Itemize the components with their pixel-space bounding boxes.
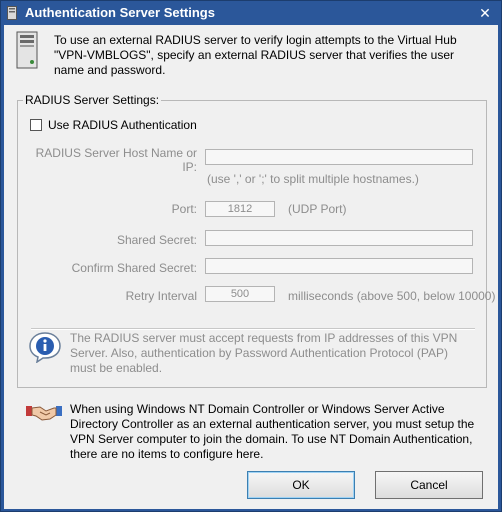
intro-text: To use an external RADIUS server to veri… <box>54 33 457 77</box>
confirm-secret-label: Confirm Shared Secret: <box>71 261 197 275</box>
host-label: RADIUS Server Host Name or IP: <box>35 146 197 174</box>
title-bar[interactable]: Authentication Server Settings ✕ <box>1 1 501 25</box>
secret-label: Shared Secret: <box>116 233 197 247</box>
use-radius-label[interactable]: Use RADIUS Authentication <box>48 118 197 132</box>
host-input[interactable] <box>205 149 473 165</box>
retry-input[interactable]: 500 <box>205 286 275 302</box>
port-label: Port: <box>171 202 197 216</box>
close-button[interactable]: ✕ <box>475 4 495 22</box>
port-hint: (UDP Port) <box>288 202 347 216</box>
secret-input[interactable] <box>205 230 473 246</box>
window-title: Authentication Server Settings <box>25 5 215 20</box>
server-tower-icon <box>16 31 38 69</box>
nt-domain-text: When using Windows NT Domain Controller … <box>70 402 475 461</box>
port-input[interactable]: 1812 <box>205 201 275 217</box>
confirm-secret-input[interactable] <box>205 258 473 274</box>
dialog-window: Authentication Server Settings ✕ To use … <box>0 0 502 512</box>
ok-button[interactable]: OK <box>247 471 355 499</box>
group-divider <box>31 328 475 330</box>
host-hint: (use ',' or ';' to split multiple hostna… <box>207 172 419 186</box>
dialog-body: To use an external RADIUS server to veri… <box>4 25 498 509</box>
cancel-button[interactable]: Cancel <box>375 471 483 499</box>
retry-hint: milliseconds (above 500, below 10000) <box>288 289 496 303</box>
handshake-icon <box>26 406 62 421</box>
retry-label: Retry Interval <box>125 289 197 303</box>
server-icon <box>7 6 17 20</box>
info-icon <box>29 332 61 363</box>
info-text: The RADIUS server must accept requests f… <box>70 331 458 375</box>
close-icon: ✕ <box>479 5 491 21</box>
use-radius-checkbox[interactable] <box>30 119 42 131</box>
radius-group-label: RADIUS Server Settings: <box>23 93 162 107</box>
